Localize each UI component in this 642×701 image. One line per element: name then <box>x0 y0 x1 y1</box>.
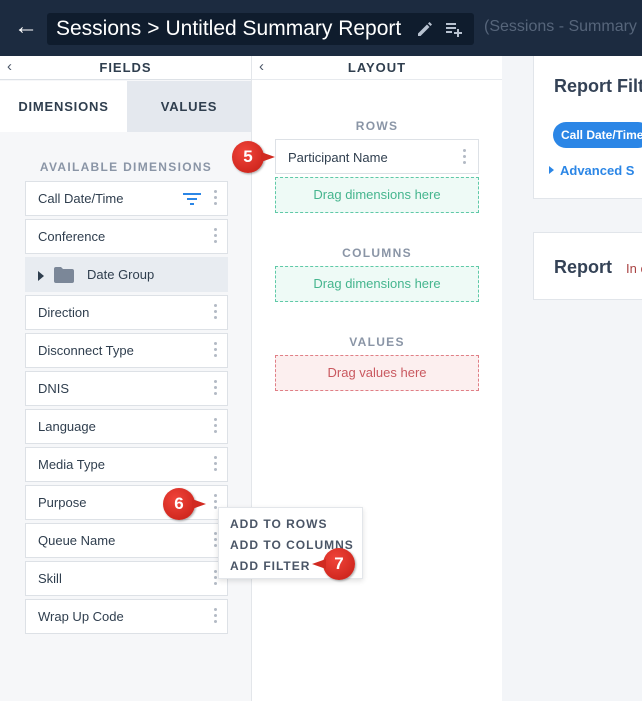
more-options-icon[interactable] <box>214 304 218 322</box>
report-status: In c <box>626 261 642 276</box>
more-options-icon[interactable] <box>214 228 218 246</box>
advanced-settings-link[interactable]: Advanced S <box>549 163 635 178</box>
more-options-icon[interactable] <box>214 418 218 436</box>
fields-panel-header: ‹ FIELDS <box>0 56 251 80</box>
row-item-participant-name[interactable]: Participant Name <box>275 139 479 174</box>
dimension-disconnect-type[interactable]: Disconnect Type <box>25 333 228 368</box>
report-name: Untitled Summary Report <box>165 17 402 40</box>
report-filters-card: Report Filt Call Date/Time Advanced S <box>533 56 642 199</box>
report-title: Report <box>554 257 612 277</box>
filter-icon[interactable] <box>183 193 201 206</box>
breadcrumb-root[interactable]: Sessions <box>56 17 141 40</box>
dimension-label: Disconnect Type <box>38 343 134 358</box>
layout-panel: ‹ LAYOUT ROWS Participant Name Drag dime… <box>252 56 502 701</box>
report-filters-title: Report Filt <box>554 76 642 96</box>
rows-drop-zone[interactable]: Drag dimensions here <box>275 177 479 213</box>
available-dimensions-label: AVAILABLE DIMENSIONS <box>39 160 213 174</box>
more-options-icon[interactable] <box>214 456 218 474</box>
fields-panel: ‹ FIELDS DIMENSIONS VALUES AVAILABLE DIM… <box>0 56 252 701</box>
more-options-icon[interactable] <box>463 149 467 167</box>
values-drop-zone[interactable]: Drag values here <box>275 355 479 391</box>
expand-caret-icon[interactable] <box>38 271 44 281</box>
menu-item-add-to-rows[interactable]: ADD TO ROWS <box>230 517 327 531</box>
more-options-icon[interactable] <box>214 380 218 398</box>
dimension-label: DNIS <box>38 381 70 396</box>
callout-badge-6: 6 <box>163 488 206 520</box>
dimension-conference[interactable]: Conference <box>25 219 228 254</box>
breadcrumb: Sessions > Untitled Summary Report <box>56 17 401 41</box>
layout-panel-header: ‹ LAYOUT <box>252 56 502 80</box>
dimension-language[interactable]: Language <box>25 409 228 444</box>
dimension-call-date-time[interactable]: Call Date/Time <box>25 181 228 216</box>
report-subtitle: (Sessions - Summary <box>484 18 637 35</box>
dimension-direction[interactable]: Direction <box>25 295 228 330</box>
columns-drop-zone[interactable]: Drag dimensions here <box>275 266 479 302</box>
dimension-label: Direction <box>38 305 90 320</box>
callout-badge-5: 5 <box>232 141 275 173</box>
dimension-skill[interactable]: Skill <box>25 561 228 596</box>
dimension-label: Date Group <box>87 267 155 282</box>
dimension-label: Skill <box>38 571 62 586</box>
dimension-label: Queue Name <box>38 533 116 548</box>
more-options-icon[interactable] <box>214 190 218 208</box>
more-options-icon[interactable] <box>214 342 218 360</box>
breadcrumb-separator: > <box>147 17 160 40</box>
folder-icon <box>54 267 74 283</box>
add-to-list-icon[interactable] <box>444 19 464 39</box>
dimension-group-date-group[interactable]: Date Group <box>25 257 228 292</box>
dimension-queue-name[interactable]: Queue Name <box>25 523 228 558</box>
layout-panel-title: LAYOUT <box>347 60 407 75</box>
tab-values[interactable]: VALUES <box>127 81 251 132</box>
callout-badge-7: 7 <box>312 548 355 580</box>
report-area: Report Filt Call Date/Time Advanced S Re… <box>502 56 642 701</box>
row-item-label: Participant Name <box>288 150 388 165</box>
columns-label: COLUMNS <box>342 246 412 260</box>
dimension-dnis[interactable]: DNIS <box>25 371 228 406</box>
tab-dimensions[interactable]: DIMENSIONS <box>0 81 127 132</box>
fields-panel-title: FIELDS <box>99 60 152 75</box>
fields-tabs: DIMENSIONS VALUES <box>0 81 251 132</box>
top-bar: ← Sessions > Untitled Summary Report (Sess… <box>0 0 642 56</box>
dimension-label: Purpose <box>38 495 87 510</box>
advanced-settings-label: Advanced S <box>560 163 635 178</box>
report-title-bar: Sessions > Untitled Summary Report <box>47 13 474 45</box>
dimension-label: Media Type <box>38 457 105 472</box>
dimension-label: Conference <box>38 229 106 244</box>
back-arrow-icon[interactable]: ← <box>11 14 41 42</box>
menu-item-add-filter[interactable]: ADD FILTER <box>230 559 310 573</box>
dimension-label: Language <box>38 419 96 434</box>
expand-caret-icon <box>549 166 554 174</box>
dimension-label: Wrap Up Code <box>38 609 124 624</box>
values-label: VALUES <box>349 335 405 349</box>
dimension-label: Call Date/Time <box>38 191 124 206</box>
dimension-wrap-up-code[interactable]: Wrap Up Code <box>25 599 228 634</box>
more-options-icon[interactable] <box>214 608 218 626</box>
filter-chip-call-date-time[interactable]: Call Date/Time <box>553 122 642 148</box>
dimension-media-type[interactable]: Media Type <box>25 447 228 482</box>
pencil-icon[interactable] <box>415 19 435 39</box>
rows-label: ROWS <box>355 119 399 133</box>
report-card: Report In c <box>533 232 642 300</box>
